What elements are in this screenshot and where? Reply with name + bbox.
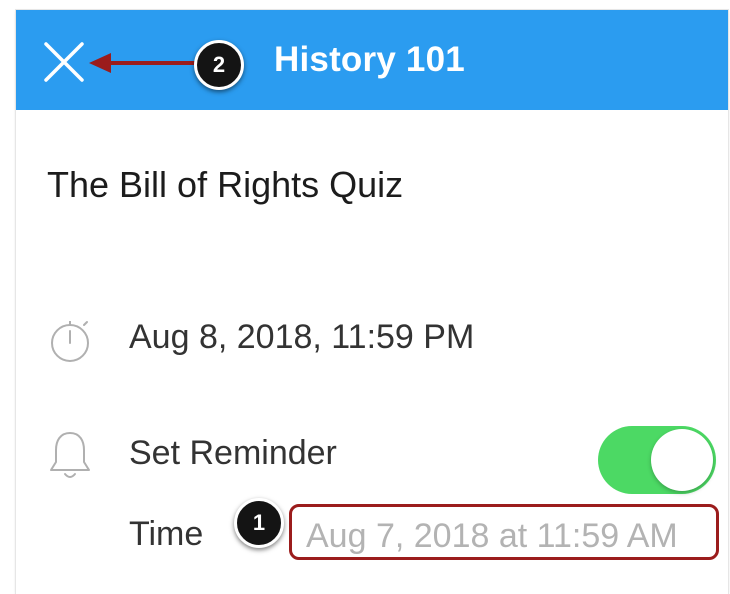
callout-badge-1: 1 [234, 498, 284, 548]
callout-arrow [89, 53, 200, 73]
callout-badge-2: 2 [194, 40, 244, 90]
